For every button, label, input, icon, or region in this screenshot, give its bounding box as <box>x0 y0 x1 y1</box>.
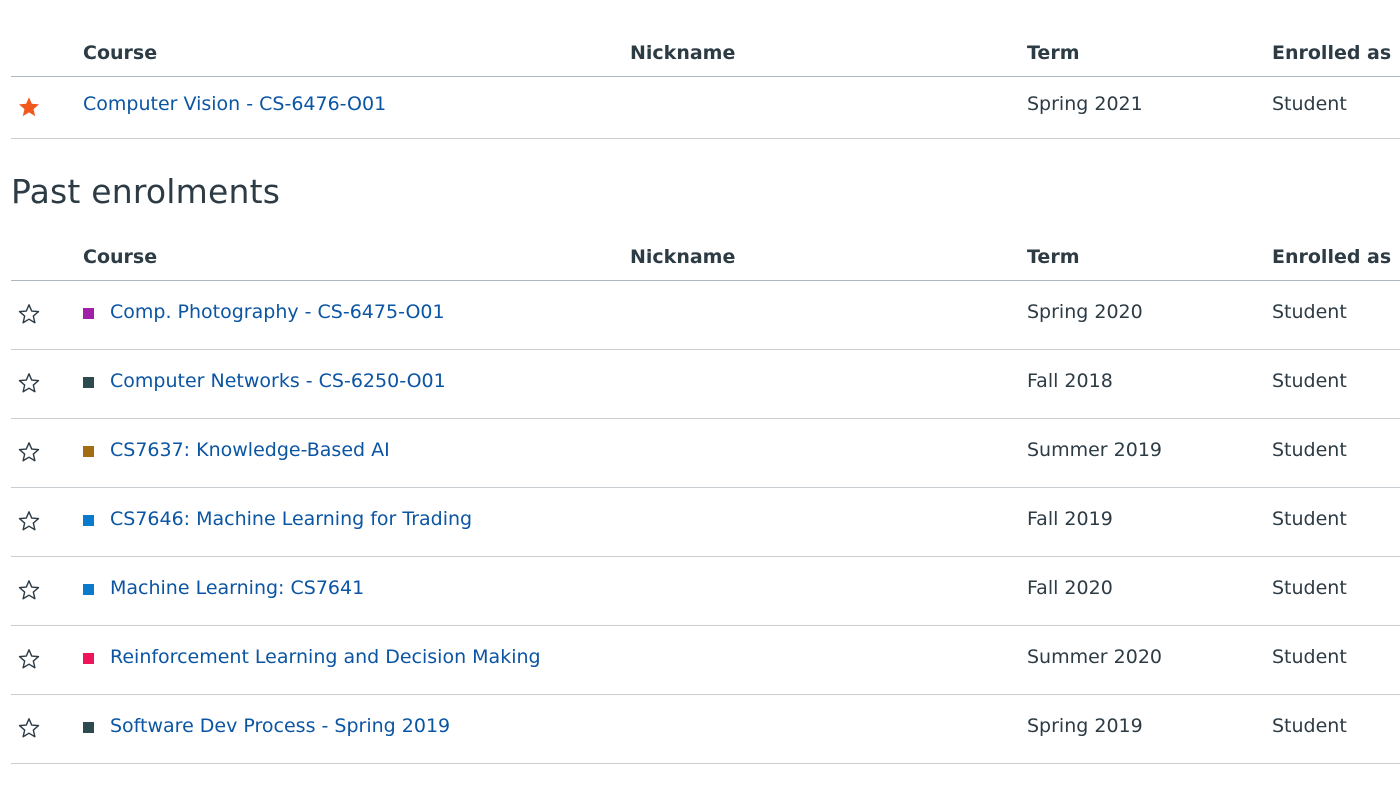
star-outline-icon[interactable] <box>17 440 41 464</box>
star-filled-icon-graphic <box>19 97 39 117</box>
course-color-swatch <box>83 652 94 664</box>
course-cell: CS7646: Machine Learning for Trading <box>83 508 472 530</box>
course-cell: Comp. Photography - CS-6475-O01 <box>83 301 445 323</box>
course-cell: Reinforcement Learning and Decision Maki… <box>83 646 541 668</box>
table-row: Software Dev Process - Spring 2019 Spring… <box>11 695 1400 764</box>
table-row: CS7646: Machine Learning for Trading Fall… <box>11 488 1400 557</box>
course-link[interactable]: Computer Vision - CS-6476-O01 <box>83 93 386 115</box>
star-outline-icon-graphic <box>18 511 40 531</box>
course-link[interactable]: Comp. Photography - CS-6475-O01 <box>110 301 445 323</box>
course-cell: Software Dev Process - Spring 2019 <box>83 715 450 737</box>
table-row: Comp. Photography - CS-6475-O01 Spring 20… <box>11 281 1400 350</box>
column-header-enrolled[interactable]: Enrolled as <box>1272 42 1391 64</box>
star-outline-icon[interactable] <box>17 509 41 533</box>
past-enrollments-body: Comp. Photography - CS-6475-O01 Spring 20… <box>11 281 1400 764</box>
table-row: Machine Learning: CS7641 Fall 2020 Student <box>11 557 1400 626</box>
column-header-nickname[interactable]: Nickname <box>630 42 735 64</box>
star-outline-icon[interactable] <box>17 371 41 395</box>
table-row: Reinforcement Learning and Decision Maki… <box>11 626 1400 695</box>
course-color-swatch <box>83 514 94 526</box>
table-header: Course Nickname Term Enrolled as <box>11 0 1400 77</box>
table-row: Computer Networks - CS-6250-O01 Fall 2018… <box>11 350 1400 419</box>
term-cell: Spring 2020 <box>1027 301 1143 323</box>
course-link[interactable]: Reinforcement Learning and Decision Maki… <box>110 646 541 668</box>
enrolled-as-cell: Student <box>1272 715 1347 737</box>
star-filled-icon[interactable] <box>17 95 41 119</box>
star-outline-icon-graphic <box>18 304 40 324</box>
term-cell: Spring 2021 <box>1027 93 1143 115</box>
column-header-nickname[interactable]: Nickname <box>630 246 735 268</box>
enrolled-as-cell: Student <box>1272 439 1347 461</box>
star-outline-icon[interactable] <box>17 302 41 326</box>
course-color-swatch <box>83 307 94 319</box>
course-cell: Computer Networks - CS-6250-O01 <box>83 370 446 392</box>
course-link[interactable]: CS7637: Knowledge-Based AI <box>110 439 390 461</box>
star-outline-icon[interactable] <box>17 578 41 602</box>
current-enrollments-body: Computer Vision - CS-6476-O01 Spring 2021… <box>11 77 1400 139</box>
column-header-enrolled[interactable]: Enrolled as <box>1272 246 1391 268</box>
course-link[interactable]: CS7646: Machine Learning for Trading <box>110 508 472 530</box>
past-enrollments-table: Course Nickname Term Enrolled as Comp. P… <box>11 204 1400 764</box>
term-cell: Spring 2019 <box>1027 715 1143 737</box>
star-outline-icon[interactable] <box>17 647 41 671</box>
enrolled-as-cell: Student <box>1272 301 1347 323</box>
table-row: CS7637: Knowledge-Based AI Summer 2019 Stu… <box>11 419 1400 488</box>
enrolled-as-cell: Student <box>1272 370 1347 392</box>
star-outline-icon[interactable] <box>17 716 41 740</box>
enrolled-as-cell: Student <box>1272 577 1347 599</box>
column-header-term[interactable]: Term <box>1027 246 1080 268</box>
course-link[interactable]: Computer Networks - CS-6250-O01 <box>110 370 446 392</box>
course-color-swatch <box>83 376 94 388</box>
star-outline-icon-graphic <box>18 718 40 738</box>
term-cell: Fall 2019 <box>1027 508 1113 530</box>
term-cell: Fall 2020 <box>1027 577 1113 599</box>
term-cell: Summer 2020 <box>1027 646 1163 668</box>
course-link[interactable]: Software Dev Process - Spring 2019 <box>110 715 450 737</box>
enrolled-as-cell: Student <box>1272 646 1347 668</box>
course-cell: Computer Vision - CS-6476-O01 <box>83 93 386 115</box>
course-color-swatch <box>83 445 94 457</box>
course-link[interactable]: Machine Learning: CS7641 <box>110 577 364 599</box>
table-row: Computer Vision - CS-6476-O01 Spring 2021… <box>11 77 1400 139</box>
course-cell: CS7637: Knowledge-Based AI <box>83 439 390 461</box>
course-color-swatch <box>83 583 94 595</box>
enrolled-as-cell: Student <box>1272 93 1347 115</box>
term-cell: Summer 2019 <box>1027 439 1163 461</box>
star-outline-icon-graphic <box>18 580 40 600</box>
column-header-course[interactable]: Course <box>83 246 157 268</box>
current-enrollments-table: Course Nickname Term Enrolled as Compute… <box>11 0 1400 139</box>
enrolled-as-cell: Student <box>1272 508 1347 530</box>
course-color-swatch <box>83 721 94 733</box>
star-outline-icon-graphic <box>18 649 40 669</box>
star-outline-icon-graphic <box>18 442 40 462</box>
term-cell: Fall 2018 <box>1027 370 1113 392</box>
star-outline-icon-graphic <box>18 373 40 393</box>
column-header-term[interactable]: Term <box>1027 42 1080 64</box>
course-cell: Machine Learning: CS7641 <box>83 577 364 599</box>
table-header: Course Nickname Term Enrolled as <box>11 204 1400 281</box>
column-header-course[interactable]: Course <box>83 42 157 64</box>
